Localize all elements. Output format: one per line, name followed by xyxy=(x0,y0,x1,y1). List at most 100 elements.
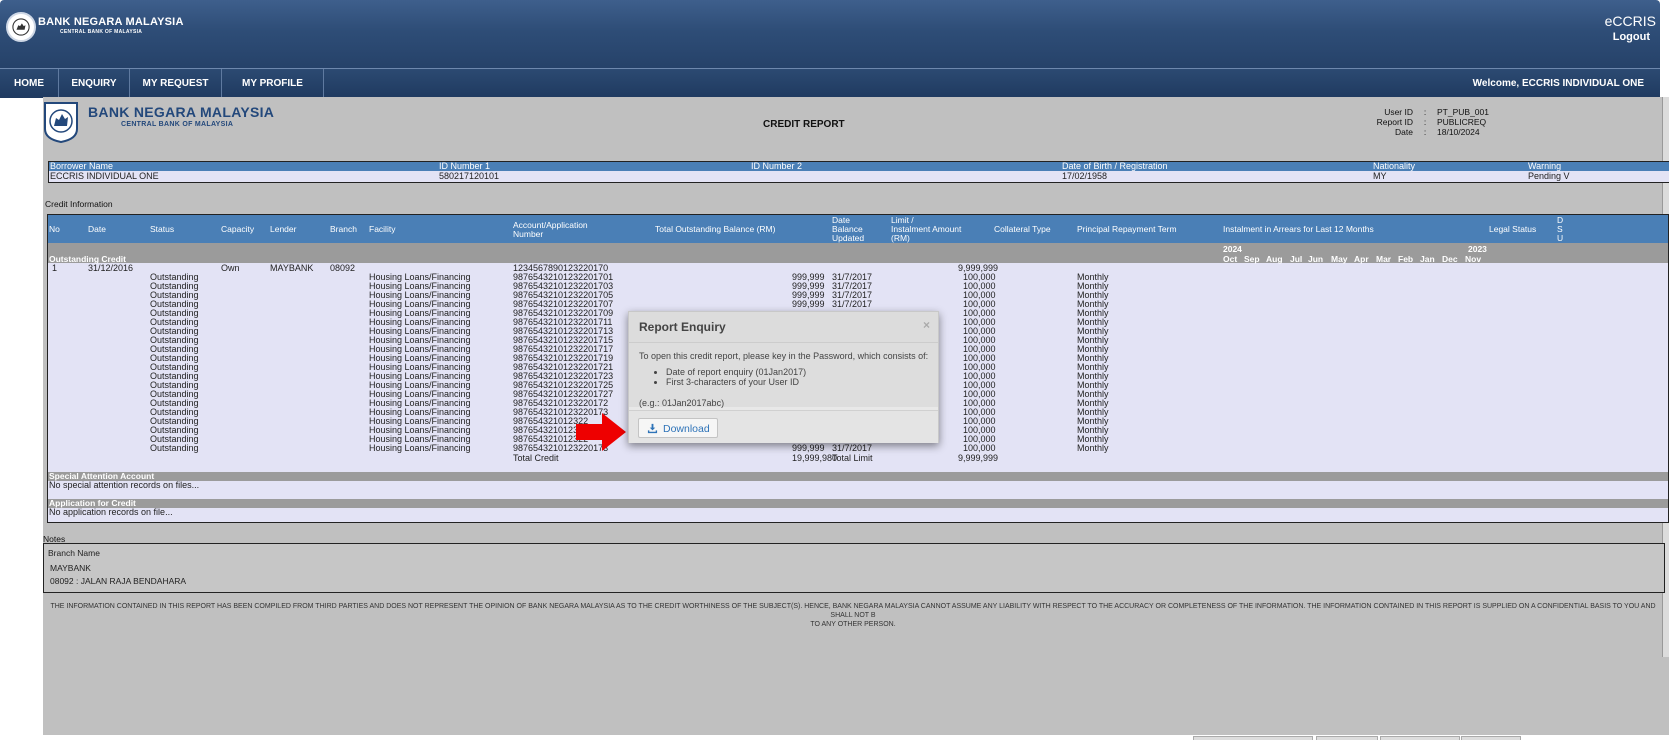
modal-footer: Download xyxy=(629,410,938,443)
col-header: Principal Repayment Term xyxy=(1077,224,1177,234)
col-header: No xyxy=(49,224,60,234)
nav-my-request[interactable]: MY REQUEST xyxy=(130,69,222,98)
month-label: Aug xyxy=(1266,254,1283,264)
welcome-text: Welcome, ECCRIS INDIVIDUAL ONE xyxy=(1472,78,1644,89)
month-label: Apr xyxy=(1354,254,1369,264)
cell-status: Outstanding xyxy=(150,443,199,453)
cell-facility: Housing Loans/Financing xyxy=(369,443,471,453)
cell-date: 31/7/2017 xyxy=(832,299,873,309)
app-name: eCCRIS xyxy=(1604,13,1656,29)
credit-table-header: No Date Status Capacity Lender Branch Fa… xyxy=(48,215,1668,243)
outstanding-credit-bar: Outstanding Credit 2024 2023 Oct Sep Aug… xyxy=(48,243,1668,264)
report-meta: User ID: PT_PUB_001 Report ID: PUBLICREQ D… xyxy=(1373,107,1489,137)
col-header: Branch xyxy=(330,224,357,234)
col-header: Facility xyxy=(369,224,396,234)
download-label: Download xyxy=(663,423,710,435)
download-button[interactable]: Download xyxy=(638,418,718,438)
col-header: Status xyxy=(150,224,175,234)
col-header: Date xyxy=(88,224,106,234)
meta-key: User ID xyxy=(1384,107,1413,117)
month-label: Jul xyxy=(1290,254,1303,264)
month-label: May xyxy=(1331,254,1348,264)
close-icon[interactable]: × xyxy=(923,318,930,332)
report-brand-subtitle: CENTRAL BANK OF MALAYSIA xyxy=(121,121,234,128)
cell-term: Monthly xyxy=(1077,443,1109,453)
modal-title: Report Enquiry xyxy=(639,320,726,334)
arrow-right-icon xyxy=(576,413,626,451)
password-rules-list: Date of report enquiry (01Jan2017) First… xyxy=(655,367,806,387)
col-header: Updated xyxy=(832,233,865,243)
download-icon xyxy=(647,423,658,434)
col-header: Instalment in Arrears for Last 12 Months xyxy=(1223,224,1374,234)
nav-my-profile[interactable]: MY PROFILE xyxy=(222,69,324,98)
report-enquiry-modal: Report Enquiry × To open this credit rep… xyxy=(628,311,939,443)
report-brand-name: BANK NEGARA MALAYSIA xyxy=(88,104,275,120)
total-row: Total Credit 19,999,980 Total Limit 9,99… xyxy=(513,453,999,463)
meta-key: Report ID xyxy=(1376,117,1413,127)
cell-balance: 999,999 xyxy=(792,299,825,309)
brand-subtitle: CENTRAL BANK OF MALAYSIA xyxy=(60,29,143,35)
month-label: Feb xyxy=(1398,254,1414,264)
borrower-header: Borrower Name xyxy=(50,161,114,171)
bottom-tab[interactable] xyxy=(1461,736,1521,740)
meta-value: PT_PUB_001 xyxy=(1437,107,1489,117)
application-empty: No application records on file... xyxy=(49,507,173,517)
borrower-value: ECCRIS INDIVIDUAL ONE xyxy=(50,171,159,181)
disclaimer: THE INFORMATION CONTAINED IN THIS REPORT… xyxy=(50,603,1656,628)
cell-amount: 100,000 xyxy=(963,443,996,453)
notes-branch-header: Branch Name xyxy=(48,548,100,558)
meta-value: PUBLICREQ xyxy=(1437,117,1487,127)
special-attention-empty: No special attention records on files... xyxy=(49,480,200,490)
col-header: (RM) xyxy=(891,233,910,243)
bottom-tab[interactable] xyxy=(1380,736,1460,740)
special-attention-bar: Special Attention Account xyxy=(48,472,1668,481)
modal-intro: To open this credit report, please key i… xyxy=(639,351,929,361)
report-title: CREDIT REPORT xyxy=(763,119,845,130)
year-label: 2024 xyxy=(1223,244,1242,254)
month-label: Oct xyxy=(1223,254,1238,264)
meta-key: Date xyxy=(1395,127,1413,137)
col-header: Number xyxy=(513,229,544,239)
col-header: U xyxy=(1557,233,1564,243)
borrower-header: ID Number 1 xyxy=(439,161,491,171)
col-header: Collateral Type xyxy=(994,224,1051,234)
meta-value: 18/10/2024 xyxy=(1437,127,1480,137)
month-label: Jun xyxy=(1308,254,1324,264)
report-logo-icon xyxy=(44,102,78,143)
notes-branch: 08092 : JALAN RAJA BENDAHARA xyxy=(50,576,187,586)
cell-balance: 999,999 xyxy=(792,443,825,453)
month-label: Mar xyxy=(1376,254,1392,264)
col-header: Capacity xyxy=(221,224,255,234)
borrower-table: Borrower Name ID Number 1 ID Number 2 Da… xyxy=(48,161,1669,183)
col-header: Lender xyxy=(270,224,297,234)
borrower-value: 580217120101 xyxy=(439,171,500,181)
logout-link[interactable]: Logout xyxy=(1613,31,1650,43)
borrower-header: Warning xyxy=(1528,161,1562,171)
bottom-tab[interactable] xyxy=(1193,736,1313,740)
top-header: BANK NEGARA MALAYSIA CENTRAL BANK OF MAL… xyxy=(0,0,1660,68)
application-bar: Application for Credit xyxy=(48,499,1668,508)
nav-home[interactable]: HOME xyxy=(0,69,59,98)
table-row: Outstanding Housing Loans/Financing 987654… xyxy=(48,444,1668,453)
modal-example: (e.g.: 01Jan2017abc) xyxy=(639,398,725,408)
modal-header: Report Enquiry × xyxy=(629,312,938,343)
borrower-value: 17/02/1958 xyxy=(1062,171,1108,181)
list-item: Date of report enquiry (01Jan2017) xyxy=(666,367,806,377)
col-header: Legal Status xyxy=(1489,224,1537,234)
notes-box: Branch Name MAYBANK 08092 : JALAN RAJA B… xyxy=(43,543,1665,593)
brand-name: BANK NEGARA MALAYSIA xyxy=(38,16,184,28)
borrower-value: Pending V xyxy=(1528,171,1570,181)
month-header: Oct Sep Aug Jul Jun May Apr Mar Feb Jan … xyxy=(48,254,1668,264)
bnm-logo-icon xyxy=(6,12,36,42)
year-label: 2023 xyxy=(1468,244,1487,254)
month-label: Sep xyxy=(1244,254,1260,264)
bottom-tab[interactable] xyxy=(1316,736,1378,740)
month-label: Dec xyxy=(1442,254,1458,264)
borrower-header: ID Number 2 xyxy=(751,161,803,171)
notes-lender: MAYBANK xyxy=(50,563,91,573)
borrower-header: Date of Birth / Registration xyxy=(1062,161,1168,171)
nav-enquiry[interactable]: ENQUIRY xyxy=(59,69,130,98)
col-header: Total Outstanding Balance (RM) xyxy=(655,224,776,234)
borrower-header: Nationality xyxy=(1373,161,1416,171)
main-nav: HOME ENQUIRY MY REQUEST MY PROFILE Welco… xyxy=(0,68,1660,98)
